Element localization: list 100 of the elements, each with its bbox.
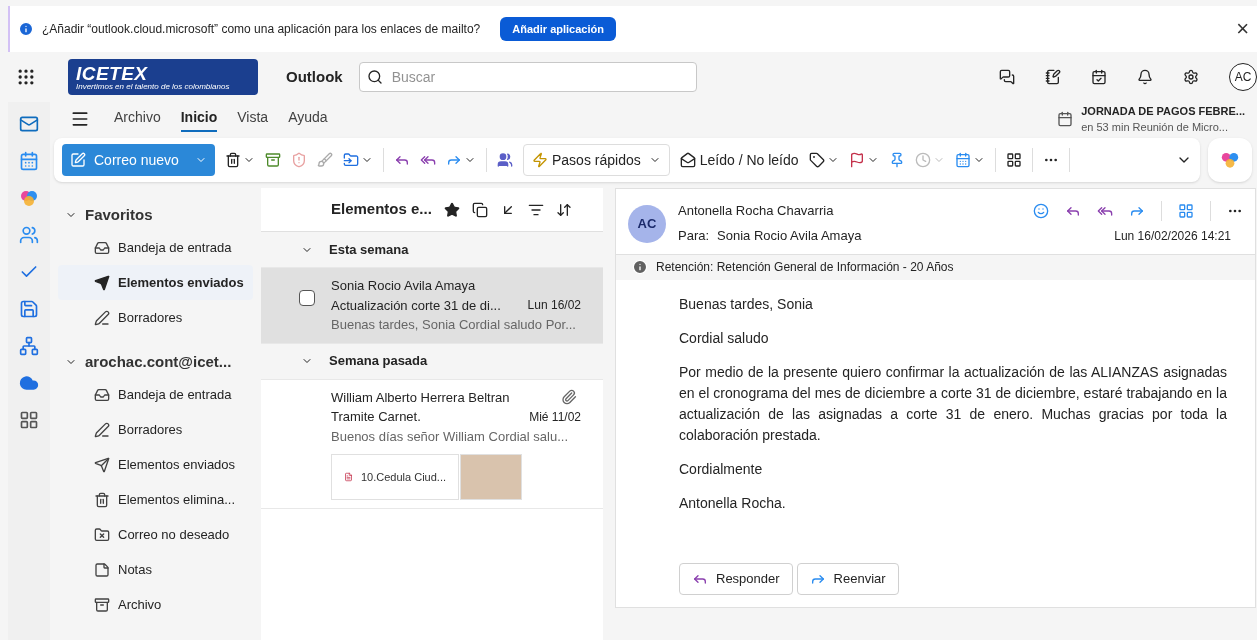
- read-unread-button[interactable]: Leído / No leído: [679, 149, 799, 171]
- cloud-icon[interactable]: [19, 373, 39, 393]
- archive-icon[interactable]: [265, 152, 281, 168]
- info-icon: [18, 21, 34, 37]
- folder-item[interactable]: Correo no deseado: [58, 517, 253, 552]
- body-paragraph: Por medio de la presente quiero confirmar la actualización de las ALIANZAS asignadas en el cronograma del mes de diciembre a corte 31 de diciembre, estaré trabajando en la actualización de las asignadas a corte 31 de enero. Muchas gracias por toda la colaboración prestada.: [679, 362, 1227, 445]
- body-paragraph: Antonella Rocha.: [679, 493, 787, 513]
- menu-icon[interactable]: [70, 109, 90, 129]
- close-button[interactable]: ×: [1236, 18, 1249, 40]
- folder-item[interactable]: Notas: [58, 552, 253, 587]
- ribbon-tab[interactable]: Ayuda: [288, 106, 328, 132]
- folder-item[interactable]: Borradores: [58, 300, 253, 335]
- inbox-icon: [94, 386, 110, 403]
- bell-icon[interactable]: [1137, 69, 1153, 85]
- message-preview: Buenas tardes, Sonia Cordial saludo Por...: [331, 316, 577, 334]
- message-date: Mié 11/02: [529, 408, 581, 426]
- folder-item[interactable]: Elementos elimina...: [58, 482, 253, 517]
- pencil-icon: [94, 421, 110, 438]
- group-title[interactable]: Semana pasada: [329, 351, 428, 371]
- folder-item[interactable]: Archivo: [58, 587, 253, 622]
- message-date: Lun 16/02: [527, 297, 581, 315]
- calendar-icon[interactable]: [954, 152, 971, 168]
- org-chart-icon[interactable]: [19, 336, 39, 356]
- folder-item[interactable]: Elementos enviados: [58, 447, 253, 482]
- teams-icon[interactable]: [497, 152, 513, 168]
- pencil-icon: [94, 309, 110, 326]
- sender-name[interactable]: Antonella Rocha Chavarria: [678, 201, 834, 221]
- envelope-icon: [679, 152, 696, 168]
- emoji-icon[interactable]: [1033, 203, 1049, 219]
- message-item[interactable]: Sonia Rocio Avila Amaya Actualización corte 31 de di... Lun 16/02 Buenas tardes, Sonia Cordial saludo Por...: [261, 268, 603, 344]
- quick-steps-button[interactable]: Pasos rápidos: [523, 144, 670, 176]
- app-launcher-icon[interactable]: [16, 67, 36, 87]
- list-title: Elementos e...: [331, 199, 432, 220]
- folder-item[interactable]: Bandeja de entrada: [58, 377, 253, 412]
- flag-icon[interactable]: [848, 152, 865, 168]
- tag-icon[interactable]: [808, 152, 825, 168]
- note-icon: [94, 561, 110, 578]
- folder-item[interactable]: Bandeja de entrada: [58, 230, 253, 265]
- body-paragraph: Cordialmente: [679, 459, 764, 479]
- lightning-icon: [532, 152, 548, 168]
- checkbox[interactable]: [299, 290, 315, 306]
- folder-section-title[interactable]: arochac.cont@icet...: [85, 350, 232, 374]
- ribbon-tab[interactable]: Vista: [237, 106, 269, 132]
- group-title[interactable]: Esta semana: [329, 239, 409, 260]
- sender-avatar: AC: [628, 205, 666, 243]
- ribbon-tab[interactable]: Inicio: [180, 106, 218, 132]
- message-date: Lun 16/02/2026 14:21: [1114, 227, 1231, 245]
- reminder-title[interactable]: JORNADA DE PAGOS FEBRE...: [1081, 102, 1245, 119]
- notebook-icon[interactable]: [1045, 69, 1061, 85]
- search-field[interactable]: Buscar: [358, 62, 697, 92]
- message-sender: Sonia Rocio Avila Amaya: [331, 277, 476, 295]
- search-icon: [366, 69, 383, 85]
- copilot-icon[interactable]: [19, 188, 39, 208]
- user-avatar[interactable]: AC: [1229, 63, 1257, 91]
- reply-button[interactable]: Responder: [679, 563, 793, 595]
- mail-icon[interactable]: [19, 114, 39, 134]
- chat-icon[interactable]: [999, 69, 1015, 85]
- forward-button[interactable]: Reenviar: [796, 563, 899, 595]
- message-sender: William Alberto Herrera Beltran: [331, 388, 510, 407]
- folder-icon: [94, 526, 110, 543]
- send-icon: [94, 274, 110, 291]
- apps-icon[interactable]: [1005, 152, 1022, 168]
- inbox-icon: [94, 239, 110, 256]
- people-icon[interactable]: [19, 225, 39, 245]
- reminder-subtitle: en 53 min Reunión de Micro...: [1081, 120, 1229, 135]
- body-paragraph: Buenas tardes, Sonia: [679, 294, 814, 314]
- compose-icon: [70, 152, 86, 168]
- retention-text: Retención: Retención General de Información - 20 Años: [656, 259, 954, 276]
- ribbon-tab[interactable]: Archivo: [114, 106, 161, 132]
- settings-icon[interactable]: [1183, 69, 1199, 85]
- folder-icon[interactable]: [343, 152, 359, 168]
- info-icon: [632, 259, 648, 275]
- calendar-check-icon[interactable]: [1091, 69, 1107, 85]
- message-preview: Buenos días señor William Cordial salu...: [331, 427, 569, 446]
- body-paragraph: Cordial saludo: [679, 328, 770, 348]
- banner-message: ¿Añadir “outlook.cloud.microsoft” como una aplicación para los enlaces de mailto?: [42, 21, 481, 38]
- to-label: Para:: [678, 227, 710, 245]
- sort-icon[interactable]: [555, 201, 572, 218]
- app-title: Outlook: [286, 66, 343, 87]
- save-icon[interactable]: [19, 299, 39, 319]
- brush-icon[interactable]: [317, 152, 333, 168]
- folder-item[interactable]: Elementos enviados: [58, 265, 253, 300]
- send-icon: [94, 456, 110, 473]
- select-icon[interactable]: [471, 201, 488, 218]
- add-app-button[interactable]: Añadir aplicación: [500, 17, 616, 41]
- folder-item[interactable]: Borradores: [58, 412, 253, 447]
- calendar-icon: [1057, 110, 1074, 127]
- icetex-logo: ICETEX Invertimos en el talento de los colombianos: [68, 59, 258, 95]
- folder-section-title[interactable]: Favoritos: [85, 203, 153, 227]
- new-mail-button[interactable]: Correo nuevo: [62, 144, 215, 176]
- archive-icon: [94, 596, 110, 613]
- apps-icon[interactable]: [19, 410, 39, 430]
- message-subject: Actualización corte 31 de di...: [331, 296, 501, 315]
- calendar-icon[interactable]: [19, 151, 39, 171]
- attachment-chip[interactable]: 10.Cedula Ciud...: [331, 454, 459, 500]
- recipient-name[interactable]: Sonia Rocio Avila Amaya: [717, 226, 862, 246]
- star-icon[interactable]: [443, 201, 460, 218]
- trash-icon: [94, 491, 110, 508]
- copilot-icon[interactable]: [1208, 138, 1252, 182]
- trash-icon[interactable]: [225, 152, 241, 168]
